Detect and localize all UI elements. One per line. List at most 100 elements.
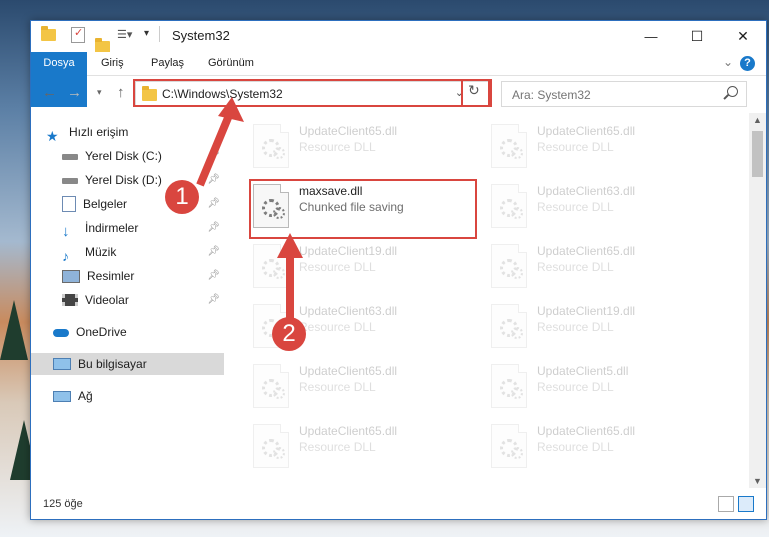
file-item[interactable]: UpdateClient65.dll Resource DLL	[489, 419, 719, 474]
properties-icon[interactable]: ✓	[71, 27, 85, 43]
cloud-icon	[53, 329, 69, 337]
sidebar-item-label: Yerel Disk (C:)	[85, 149, 162, 163]
scroll-up-icon[interactable]: ▲	[753, 115, 762, 125]
sidebar-item-videos[interactable]: Videolar 📌︎	[62, 289, 224, 311]
sidebar-item-label: OneDrive	[76, 325, 127, 339]
collapse-ribbon-icon[interactable]: ⌄	[723, 55, 733, 69]
documents-icon	[62, 196, 76, 212]
sidebar-item-label: Resimler	[87, 269, 135, 283]
file-item[interactable]: UpdateClient65.dll Resource DLL	[251, 119, 481, 174]
file-description: Resource DLL	[299, 320, 376, 334]
sidebar-item-label: Yerel Disk (D:)	[85, 173, 162, 187]
sidebar-item-this-pc[interactable]: Bu bilgisayar	[31, 353, 224, 375]
details-view-icon[interactable]	[718, 496, 734, 512]
large-icons-view-icon[interactable]	[738, 496, 754, 512]
file-name: UpdateClient65.dll	[299, 364, 398, 378]
sidebar-item-documents[interactable]: Belgeler 📌︎	[62, 193, 224, 215]
sidebar-item-pictures[interactable]: Resimler 📌︎	[62, 265, 224, 287]
pin-icon[interactable]: 📌︎	[207, 289, 220, 311]
navigation-pane: ★ Hızlı erişim Yerel Disk (C:) 📌︎ Yerel …	[31, 113, 224, 488]
file-item[interactable]: UpdateClient65.dll Resource DLL	[489, 239, 719, 294]
scrollbar-thumb[interactable]	[752, 131, 763, 177]
dll-file-icon	[491, 364, 527, 408]
sidebar-item-network[interactable]: Ağ	[53, 385, 224, 407]
file-description: Resource DLL	[299, 440, 376, 454]
sidebar-item-music[interactable]: ♪ Müzik 📌︎	[62, 241, 224, 264]
tab-share[interactable]: Paylaş	[139, 52, 196, 75]
star-icon: ★	[46, 128, 59, 144]
step-marker-2: 2	[272, 317, 306, 351]
file-description: Resource DLL	[537, 260, 614, 274]
recent-locations-icon[interactable]: ▾	[97, 87, 102, 98]
dll-file-icon	[253, 364, 289, 408]
drive-icon	[62, 178, 78, 184]
pin-icon[interactable]: 📌︎	[207, 241, 220, 263]
title-divider	[159, 26, 160, 42]
file-item[interactable]: UpdateClient5.dll Resource DLL	[489, 359, 719, 414]
dll-file-icon	[253, 424, 289, 468]
file-item[interactable]: UpdateClient19.dll Resource DLL	[489, 299, 719, 354]
sidebar-item-label: Ağ	[78, 389, 93, 403]
folder-icon	[41, 26, 56, 41]
dll-file-icon	[253, 124, 289, 168]
file-name: UpdateClient63.dll	[299, 304, 398, 318]
file-name: UpdateClient65.dll	[299, 124, 398, 138]
file-description: Resource DLL	[537, 320, 614, 334]
file-name: UpdateClient65.dll	[299, 424, 398, 438]
dll-file-icon	[491, 244, 527, 288]
customize-toolbar-icon[interactable]: ▾	[144, 28, 149, 39]
file-description: Resource DLL	[299, 140, 376, 154]
dll-file-icon	[491, 124, 527, 168]
file-description: Resource DLL	[299, 380, 376, 394]
status-bar: 125 öğe	[31, 490, 766, 519]
view-options-icon[interactable]: ☰▾	[117, 28, 132, 41]
sidebar-item-downloads[interactable]: ↓ İndirmeler 📌︎	[62, 217, 224, 240]
file-item[interactable]: UpdateClient63.dll Resource DLL	[489, 179, 719, 234]
computer-icon	[53, 358, 71, 370]
up-icon[interactable]: ↑	[117, 84, 125, 101]
vertical-scrollbar[interactable]: ▲ ▼	[749, 113, 766, 488]
help-icon[interactable]: ?	[740, 56, 755, 71]
maximize-button[interactable]: ☐	[674, 21, 720, 52]
search-input[interactable]	[510, 84, 714, 106]
close-button[interactable]: ✕	[720, 21, 766, 52]
tab-view[interactable]: Görünüm	[196, 52, 266, 75]
search-icon[interactable]	[727, 86, 738, 97]
pin-icon[interactable]: 📌︎	[207, 169, 220, 191]
sidebar-item-label: Hızlı erişim	[69, 125, 129, 139]
dll-file-icon	[491, 304, 527, 348]
sidebar-item-label: Videolar	[85, 293, 129, 307]
pin-icon[interactable]: 📌︎	[207, 217, 220, 239]
pin-icon[interactable]: 📌︎	[207, 265, 220, 287]
sidebar-item-quick-access[interactable]: ★ Hızlı erişim	[46, 121, 224, 144]
file-description: Resource DLL	[299, 260, 376, 274]
address-highlight-box	[133, 79, 492, 107]
sidebar-item-local-disk-c[interactable]: Yerel Disk (C:) 📌︎	[62, 145, 224, 167]
pictures-icon	[62, 269, 80, 283]
videos-icon	[62, 294, 78, 306]
sidebar-item-label: Bu bilgisayar	[78, 357, 147, 371]
pin-icon[interactable]: 📌︎	[207, 193, 220, 215]
refresh-highlight-box	[461, 79, 490, 107]
file-item[interactable]: UpdateClient65.dll Resource DLL	[251, 419, 481, 474]
back-icon[interactable]: ←	[42, 84, 57, 101]
sidebar-item-local-disk-d[interactable]: Yerel Disk (D:) 📌︎	[62, 169, 224, 191]
search-box[interactable]	[501, 81, 747, 107]
scroll-down-icon[interactable]: ▼	[753, 476, 762, 486]
file-item[interactable]: UpdateClient19.dll Resource DLL	[251, 239, 481, 294]
forward-icon[interactable]: →	[67, 84, 82, 101]
file-item[interactable]: UpdateClient65.dll Resource DLL	[489, 119, 719, 174]
explorer-window: ✓ ☰▾ ▾ System32 — ☐ ✕ Dosya Giriş Paylaş…	[30, 20, 767, 520]
minimize-button[interactable]: —	[628, 21, 674, 52]
step-marker-1: 1	[165, 180, 199, 214]
sidebar-item-label: Müzik	[85, 245, 117, 259]
file-name: UpdateClient65.dll	[537, 244, 636, 258]
sidebar-item-onedrive[interactable]: OneDrive	[53, 321, 224, 343]
background-tree	[0, 300, 28, 360]
file-name: UpdateClient5.dll	[537, 364, 629, 378]
file-item[interactable]: UpdateClient65.dll Resource DLL	[251, 359, 481, 414]
pin-icon[interactable]: 📌︎	[207, 145, 220, 167]
tab-home[interactable]: Giriş	[89, 52, 136, 75]
sidebar-item-label: İndirmeler	[85, 221, 139, 235]
file-name: UpdateClient19.dll	[537, 304, 636, 318]
